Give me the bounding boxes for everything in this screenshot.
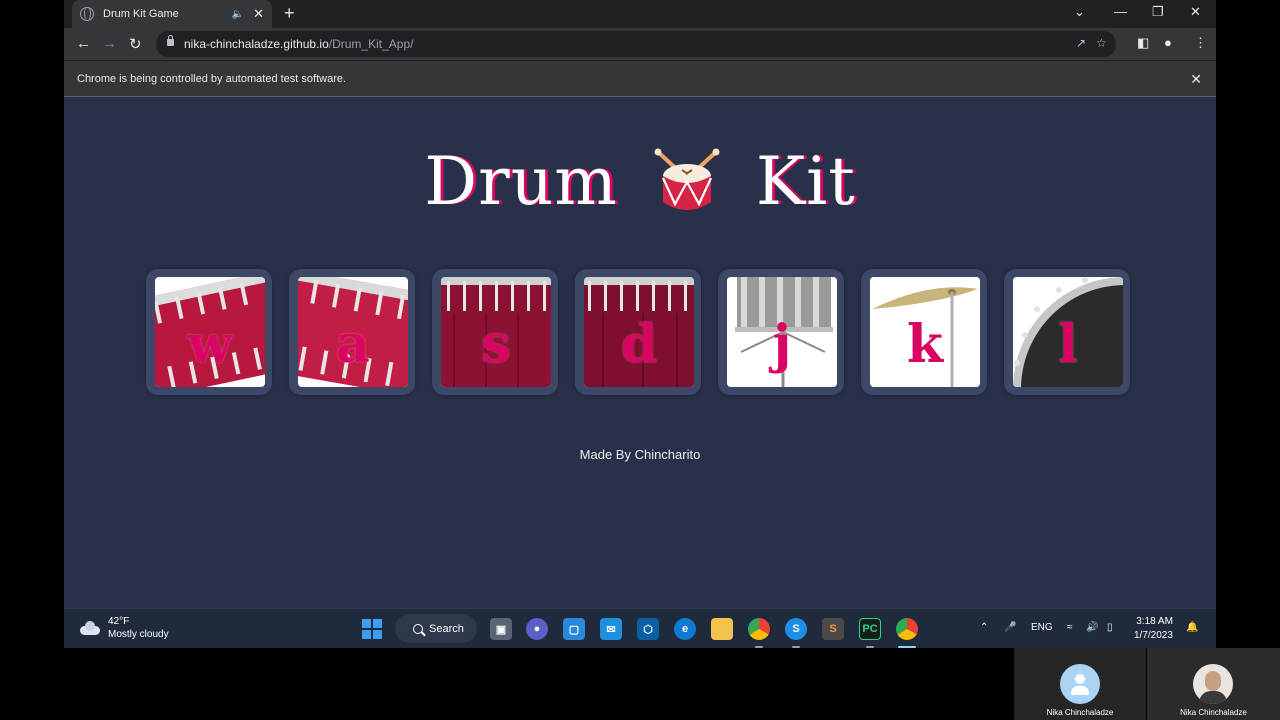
notification-bell-icon[interactable]: 🔔 — [1186, 622, 1198, 633]
search-label: Search — [429, 622, 464, 635]
drum-key-j[interactable]: j — [718, 269, 844, 395]
participant-tile: Nika Chinchaladze — [1014, 648, 1146, 720]
profile-icon[interactable]: ● — [1164, 35, 1172, 50]
participant-name: Nika Chinchaladze — [1180, 708, 1247, 717]
drum-image: s — [441, 277, 551, 387]
participant-tile: Nika Chinchaladze — [1147, 648, 1280, 720]
drum-image: d — [584, 277, 694, 387]
avatar — [1193, 664, 1233, 704]
store-icon[interactable]: ▢ — [563, 618, 585, 640]
drum-image: w — [155, 277, 265, 387]
close-tab-icon[interactable]: ✕ — [253, 6, 264, 22]
automation-infobar: Chrome is being controlled by automated … — [64, 60, 1216, 97]
mail-icon[interactable]: ✉ — [600, 618, 622, 640]
browser-toolbar: ← → ↻ nika-chinchaladze.github.io/Drum_K… — [64, 28, 1216, 60]
chevron-down-icon[interactable]: ⌄ — [1074, 4, 1085, 20]
participant-name: Nika Chinchaladze — [1046, 708, 1114, 717]
battery-icon[interactable]: ▯ — [1107, 622, 1113, 633]
sublime-icon[interactable]: S — [822, 618, 844, 640]
app-cube-icon[interactable]: ⬡ — [637, 618, 659, 640]
restore-button[interactable]: ❐ — [1152, 4, 1164, 20]
menu-icon[interactable]: ⋮ — [1194, 35, 1207, 51]
title-word-kit: Kit — [755, 142, 856, 220]
drum-key-d[interactable]: d — [575, 269, 701, 395]
back-arrow-icon[interactable]: ← — [76, 35, 91, 52]
start-button[interactable] — [362, 619, 382, 639]
pycharm-icon[interactable]: PC — [859, 618, 881, 640]
reload-icon[interactable]: ↻ — [129, 35, 142, 53]
language-indicator[interactable]: ENG — [1031, 622, 1053, 633]
minimize-button[interactable]: — — [1114, 4, 1127, 19]
page-title: Drum Kit — [64, 141, 1216, 221]
search-icon — [413, 623, 423, 634]
drum-image: a — [298, 277, 408, 387]
task-view-icon[interactable]: ▣ — [490, 618, 512, 640]
microphone-icon[interactable]: 🎤 — [1004, 622, 1016, 633]
drum-icon — [654, 148, 720, 210]
folder-icon[interactable] — [711, 618, 733, 640]
lock-icon[interactable] — [167, 35, 174, 46]
key-letter: j — [772, 314, 792, 375]
taskbar-search[interactable]: Search — [395, 614, 477, 643]
side-panel-icon[interactable]: ◧ — [1137, 35, 1149, 51]
drum-image: j — [727, 277, 837, 387]
weather-temp: 42°F — [108, 616, 130, 627]
drum-keys: w a s d j k l — [146, 269, 1130, 395]
chrome-icon[interactable] — [748, 618, 770, 640]
weather-widget[interactable]: 42°F Mostly cloudy — [78, 615, 169, 641]
weather-desc: Mostly cloudy — [108, 629, 169, 640]
skype-icon[interactable]: S — [785, 618, 807, 640]
drum-key-s[interactable]: s — [432, 269, 558, 395]
clock-date: 1/7/2023 — [1134, 630, 1173, 641]
infobar-message: Chrome is being controlled by automated … — [77, 73, 347, 85]
star-icon[interactable]: ☆ — [1096, 36, 1107, 50]
new-tab-button[interactable]: + — [284, 3, 295, 24]
cloud-icon — [78, 620, 100, 636]
close-window-button[interactable]: ✕ — [1190, 4, 1201, 20]
clock[interactable]: 3:18 AM 1/7/2023 — [1134, 615, 1173, 643]
tab-strip: Drum Kit Game 🔈 ✕ + ⌄ — ❐ ✕ — [64, 0, 1216, 28]
avatar-placeholder-icon — [1060, 664, 1100, 704]
drum-key-a[interactable]: a — [289, 269, 415, 395]
tab-title: Drum Kit Game — [103, 8, 179, 20]
drum-image: l — [1013, 277, 1123, 387]
drum-key-k[interactable]: k — [861, 269, 987, 395]
url-text: nika-chinchaladze.github.io/Drum_Kit_App… — [184, 37, 414, 51]
screen: Drum Kit Game 🔈 ✕ + ⌄ — ❐ ✕ ← → ↻ nika-c… — [64, 0, 1216, 648]
page-content: Drum Kit w a s d j k l Made By Chinchari… — [64, 97, 1216, 608]
drum-image: k — [870, 277, 980, 387]
volume-icon[interactable]: 🔊 — [1086, 622, 1098, 633]
tab-drum-kit[interactable]: Drum Kit Game 🔈 ✕ — [72, 0, 272, 28]
chat-icon[interactable]: ● — [526, 618, 548, 640]
globe-icon — [80, 7, 94, 21]
clock-time: 3:18 AM — [1136, 616, 1173, 627]
chrome-active-icon[interactable] — [896, 618, 918, 640]
key-letter: d — [620, 314, 658, 375]
wifi-icon[interactable]: ≈ — [1067, 622, 1073, 633]
key-letter: s — [481, 314, 511, 375]
drum-key-w[interactable]: w — [146, 269, 272, 395]
close-infobar-icon[interactable]: ✕ — [1190, 71, 1202, 88]
taskbar: 42°F Mostly cloudy Search ▣ ● ▢ ✉ ⬡ e S … — [64, 608, 1216, 648]
address-bar[interactable]: nika-chinchaladze.github.io/Drum_Kit_App… — [156, 31, 1116, 57]
footer-credit: Made By Chincharito — [579, 447, 701, 462]
edge-icon[interactable]: e — [674, 618, 696, 640]
key-letter: l — [1058, 314, 1078, 375]
key-letter: a — [336, 314, 370, 375]
chevron-up-icon[interactable]: ⌃ — [980, 622, 988, 633]
forward-arrow-icon[interactable]: → — [102, 35, 117, 52]
title-word-drum: Drum — [424, 142, 618, 220]
drum-key-l[interactable]: l — [1004, 269, 1130, 395]
key-letter: w — [187, 314, 233, 375]
share-icon[interactable]: ↗ — [1076, 36, 1086, 50]
speaker-icon[interactable]: 🔈 — [232, 9, 244, 20]
key-letter: k — [906, 314, 944, 375]
